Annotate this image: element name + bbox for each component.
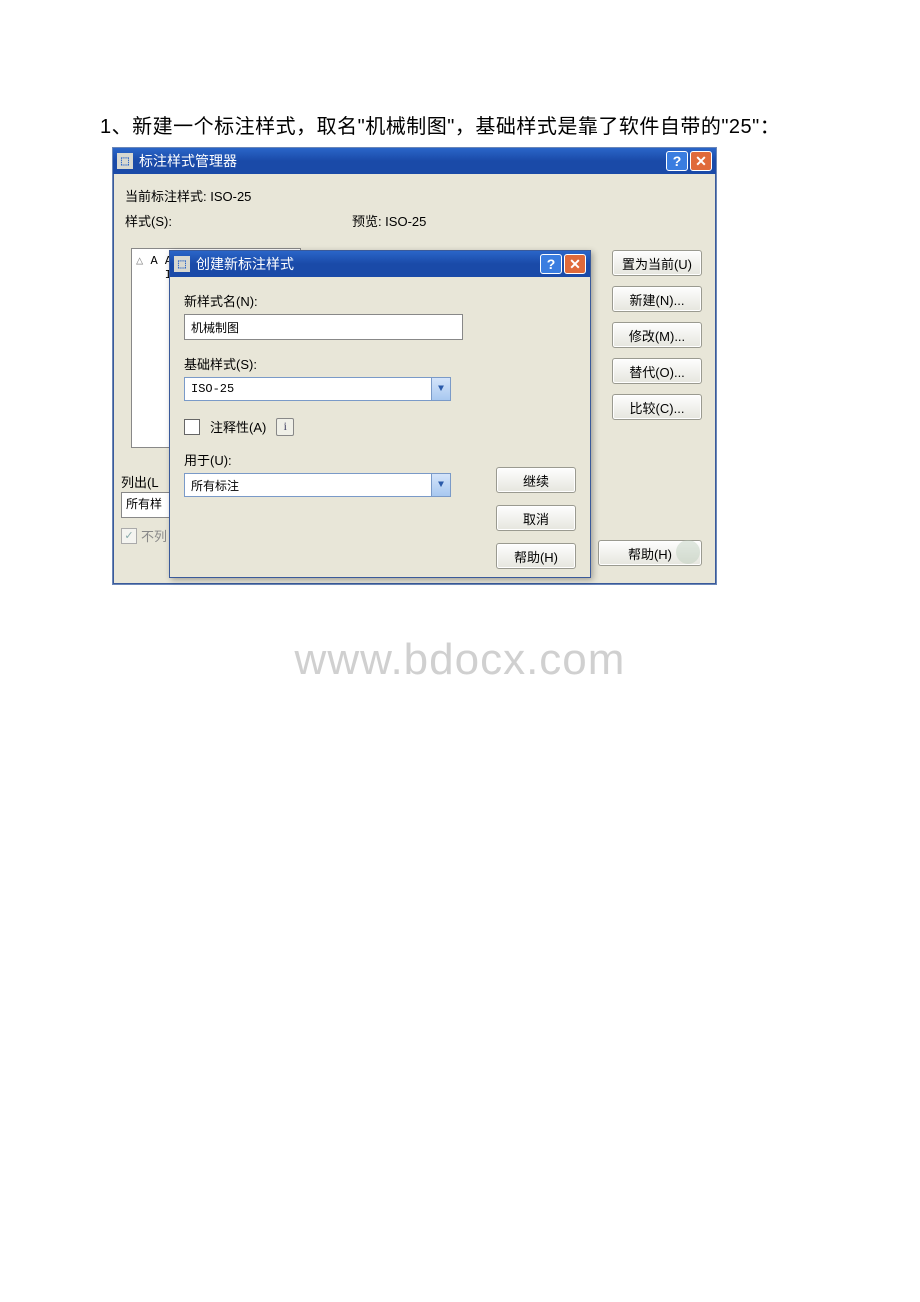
current-style-label: 当前标注样式: ISO-25 [125,186,251,205]
app-icon: ⬚ [117,153,133,169]
no-list-checkbox[interactable]: ✓ 不列 [121,526,167,545]
info-icon[interactable]: i [276,418,294,436]
dimstyle-manager-window: ⬚ 标注样式管理器 ? ✕ 当前标注样式: ISO-25 样式(S): 预览: … [112,147,717,585]
watermark-badge-icon [676,540,700,564]
manager-titlebar: ⬚ 标注样式管理器 ? ✕ [113,148,716,174]
checkbox-icon: ✓ [121,528,137,544]
close-icon[interactable]: ✕ [564,254,586,274]
use-for-combo[interactable]: 所有标注 ▼ [184,473,451,497]
help-icon[interactable]: ? [666,151,688,171]
preview-label: 预览: ISO-25 [352,211,426,230]
override-button[interactable]: 替代(O)... [612,358,702,384]
base-style-label: 基础样式(S): [184,354,576,373]
new-button[interactable]: 新建(N)... [612,286,702,312]
inner-title: 创建新标注样式 [196,254,294,274]
cancel-button[interactable]: 取消 [496,505,576,531]
inner-help-button[interactable]: 帮助(H) [496,543,576,569]
watermark-text: www.bdocx.com [100,635,820,685]
new-name-input[interactable] [184,314,463,340]
chevron-down-icon[interactable]: ▼ [431,474,450,496]
help-icon[interactable]: ? [540,254,562,274]
create-new-style-dialog: ⬚ 创建新标注样式 ? ✕ 新样式名(N): 基础样式(S): ISO-25 [169,250,591,578]
new-name-label: 新样式名(N): [184,291,576,310]
list-filter-label: 列出(L [121,472,159,491]
compare-button[interactable]: 比较(C)... [612,394,702,420]
chevron-down-icon[interactable]: ▼ [431,378,450,400]
annotative-checkbox[interactable] [184,419,200,435]
annotative-label: 注释性(A) [210,417,266,436]
styles-label: 样式(S): [125,211,172,230]
instruction-text: 1、新建一个标注样式，取名"机械制图"，基础样式是靠了软件自带的"25"： [100,110,820,139]
app-icon: ⬚ [174,256,190,272]
base-style-combo[interactable]: ISO-25 ▼ [184,377,451,401]
close-icon[interactable]: ✕ [690,151,712,171]
manager-title: 标注样式管理器 [139,151,237,171]
continue-button[interactable]: 继续 [496,467,576,493]
inner-titlebar: ⬚ 创建新标注样式 ? ✕ [170,251,590,277]
modify-button[interactable]: 修改(M)... [612,322,702,348]
set-current-button[interactable]: 置为当前(U) [612,250,702,276]
